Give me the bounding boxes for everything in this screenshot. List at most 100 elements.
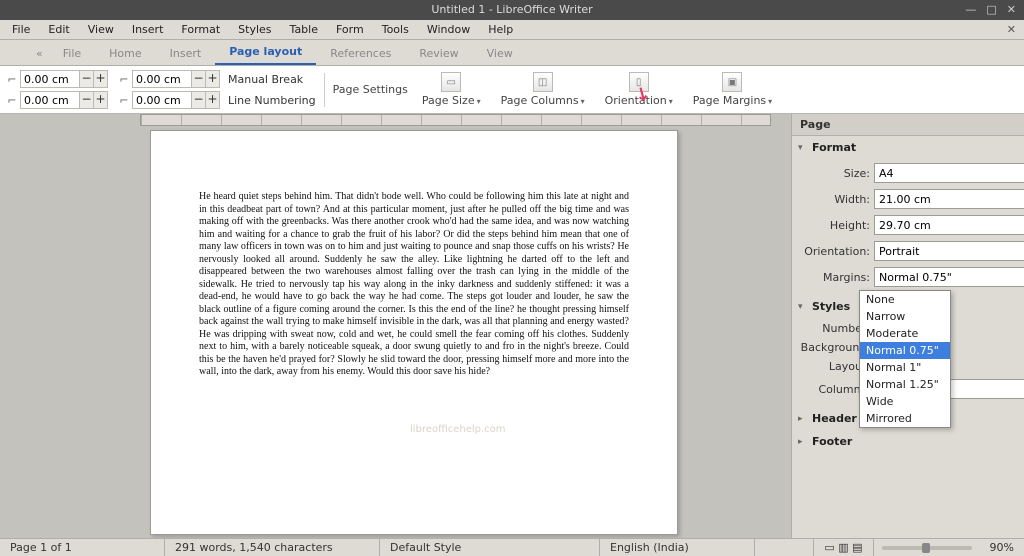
format-grid: Size: A4▾ Width: −+ Height: −+ Orientati… [792,159,1024,295]
manual-break-button[interactable]: Manual Break [228,73,316,86]
orientation-combo[interactable]: Portrait▾ [874,241,1024,261]
sidebar-title-label: Page [800,118,831,131]
separator [324,73,325,107]
menu-view[interactable]: View [80,21,122,38]
width-input[interactable] [874,189,1024,209]
margin-top-spinner[interactable]: ⌐ −+ [4,70,108,88]
page-margins-button[interactable]: ▣ Page Margins [687,70,778,109]
zoom-knob[interactable] [922,543,930,553]
sidebar-panel-title: Page ✕ [792,114,1024,136]
menu-form[interactable]: Form [328,21,372,38]
zoom-slider[interactable] [882,546,972,550]
margin-left-input[interactable] [132,70,192,88]
close-icon[interactable]: ✕ [1007,0,1016,20]
window-controls: — □ ✕ [957,0,1024,20]
document-page[interactable]: He heard quiet steps behind him. That di… [150,130,678,535]
status-zoom[interactable]: 90% [980,539,1024,556]
menu-help[interactable]: Help [480,21,521,38]
height-input[interactable] [874,215,1024,235]
status-language[interactable]: English (India) [600,539,755,556]
inc-button[interactable]: + [205,70,220,88]
title-bar: Untitled 1 - LibreOffice Writer — □ ✕ [0,0,1024,20]
margin-right-icon: ⌐ [116,94,132,107]
notebook-bar: « File Home Insert Page layout Reference… [0,40,1024,66]
orientation-label: Orientation: [800,245,870,258]
margins-label: Margins: [800,271,870,284]
dec-button[interactable]: − [79,70,94,88]
height-label: Height: [800,219,870,232]
margin-right-spinner[interactable]: ⌐ −+ [116,91,220,109]
margins-option-moderate[interactable]: Moderate [860,325,950,342]
status-page[interactable]: Page 1 of 1 [0,539,165,556]
status-word-count[interactable]: 291 words, 1,540 characters [165,539,380,556]
dec-button[interactable]: − [191,91,206,109]
margins-option-mirrored[interactable]: Mirrored [860,410,950,427]
page-margins-label: Page Margins [693,94,772,107]
page-size-button[interactable]: ▭ Page Size [416,70,487,109]
status-view-icons[interactable]: ▭ ▥ ▤ [813,539,873,556]
maximize-icon[interactable]: □ [986,0,996,20]
margins-option-normal075[interactable]: Normal 0.75" [860,342,950,359]
margin-top-input[interactable] [20,70,80,88]
tabs-scroll-icon[interactable]: « [30,42,49,65]
margin-left-spinner[interactable]: ⌐ −+ [116,70,220,88]
menu-format[interactable]: Format [173,21,228,38]
tab-page-layout[interactable]: Page layout [215,40,316,65]
margins-combo[interactable]: Normal 0.75"▾ [874,267,1024,287]
margins-option-narrow[interactable]: Narrow [860,308,950,325]
status-style[interactable]: Default Style [380,539,600,556]
inc-button[interactable]: + [205,91,220,109]
inc-button[interactable]: + [93,91,108,109]
inc-button[interactable]: + [93,70,108,88]
margin-bottom-input[interactable] [20,91,80,109]
menu-table[interactable]: Table [282,21,326,38]
menu-file[interactable]: File [4,21,38,38]
width-label: Width: [800,193,870,206]
tab-home[interactable]: Home [95,42,155,65]
status-filler [755,539,813,556]
menu-bar: File Edit View Insert Format Styles Tabl… [0,20,1024,40]
dec-button[interactable]: − [79,91,94,109]
margin-top-icon: ⌐ [4,73,20,86]
tab-references[interactable]: References [316,42,405,65]
margin-left-icon: ⌐ [116,73,132,86]
margins-option-none[interactable]: None [860,291,950,308]
margins-option-normal1[interactable]: Normal 1" [860,359,950,376]
tab-file[interactable]: File [49,42,95,65]
document-area[interactable]: He heard quiet steps behind him. That di… [0,114,791,538]
margins-option-wide[interactable]: Wide [860,393,950,410]
section-footer-head[interactable]: Footer↗ [792,430,1024,453]
size-combo[interactable]: A4▾ [874,163,1024,183]
margins-dropdown-list[interactable]: None Narrow Moderate Normal 0.75" Normal… [859,290,951,428]
menu-window[interactable]: Window [419,21,478,38]
menu-insert[interactable]: Insert [124,21,172,38]
page-size-icon: ▭ [441,72,461,92]
margin-right-input[interactable] [132,91,192,109]
menu-tools[interactable]: Tools [374,21,417,38]
minimize-icon[interactable]: — [965,0,976,20]
horizontal-ruler[interactable] [140,114,771,126]
menu-edit[interactable]: Edit [40,21,77,38]
page-settings-label[interactable]: Page Settings [333,83,408,96]
margin-bottom-icon: ⌐ [4,94,20,107]
margins-option-normal125[interactable]: Normal 1.25" [860,376,950,393]
margin-bottom-spinner[interactable]: ⌐ −+ [4,91,108,109]
document-body-text[interactable]: He heard quiet steps behind him. That di… [199,191,629,379]
watermark-text: libreofficehelp.com [410,424,506,435]
dec-button[interactable]: − [191,70,206,88]
page-columns-label: Page Columns [501,94,585,107]
close-document-icon[interactable]: ✕ [1003,23,1020,36]
tab-insert[interactable]: Insert [156,42,216,65]
status-bar: Page 1 of 1 291 words, 1,540 characters … [0,538,1024,556]
tab-view[interactable]: View [473,42,527,65]
page-size-label: Page Size [422,94,481,107]
section-format-head[interactable]: Format↗ [792,136,1024,159]
menu-styles[interactable]: Styles [230,21,279,38]
tab-review[interactable]: Review [405,42,472,65]
window-title: Untitled 1 - LibreOffice Writer [431,3,592,16]
page-margins-icon: ▣ [722,72,742,92]
page-columns-button[interactable]: ◫ Page Columns [495,70,591,109]
line-numbering-button[interactable]: Line Numbering [228,94,316,107]
size-label: Size: [800,167,870,180]
page-columns-icon: ◫ [533,72,553,92]
